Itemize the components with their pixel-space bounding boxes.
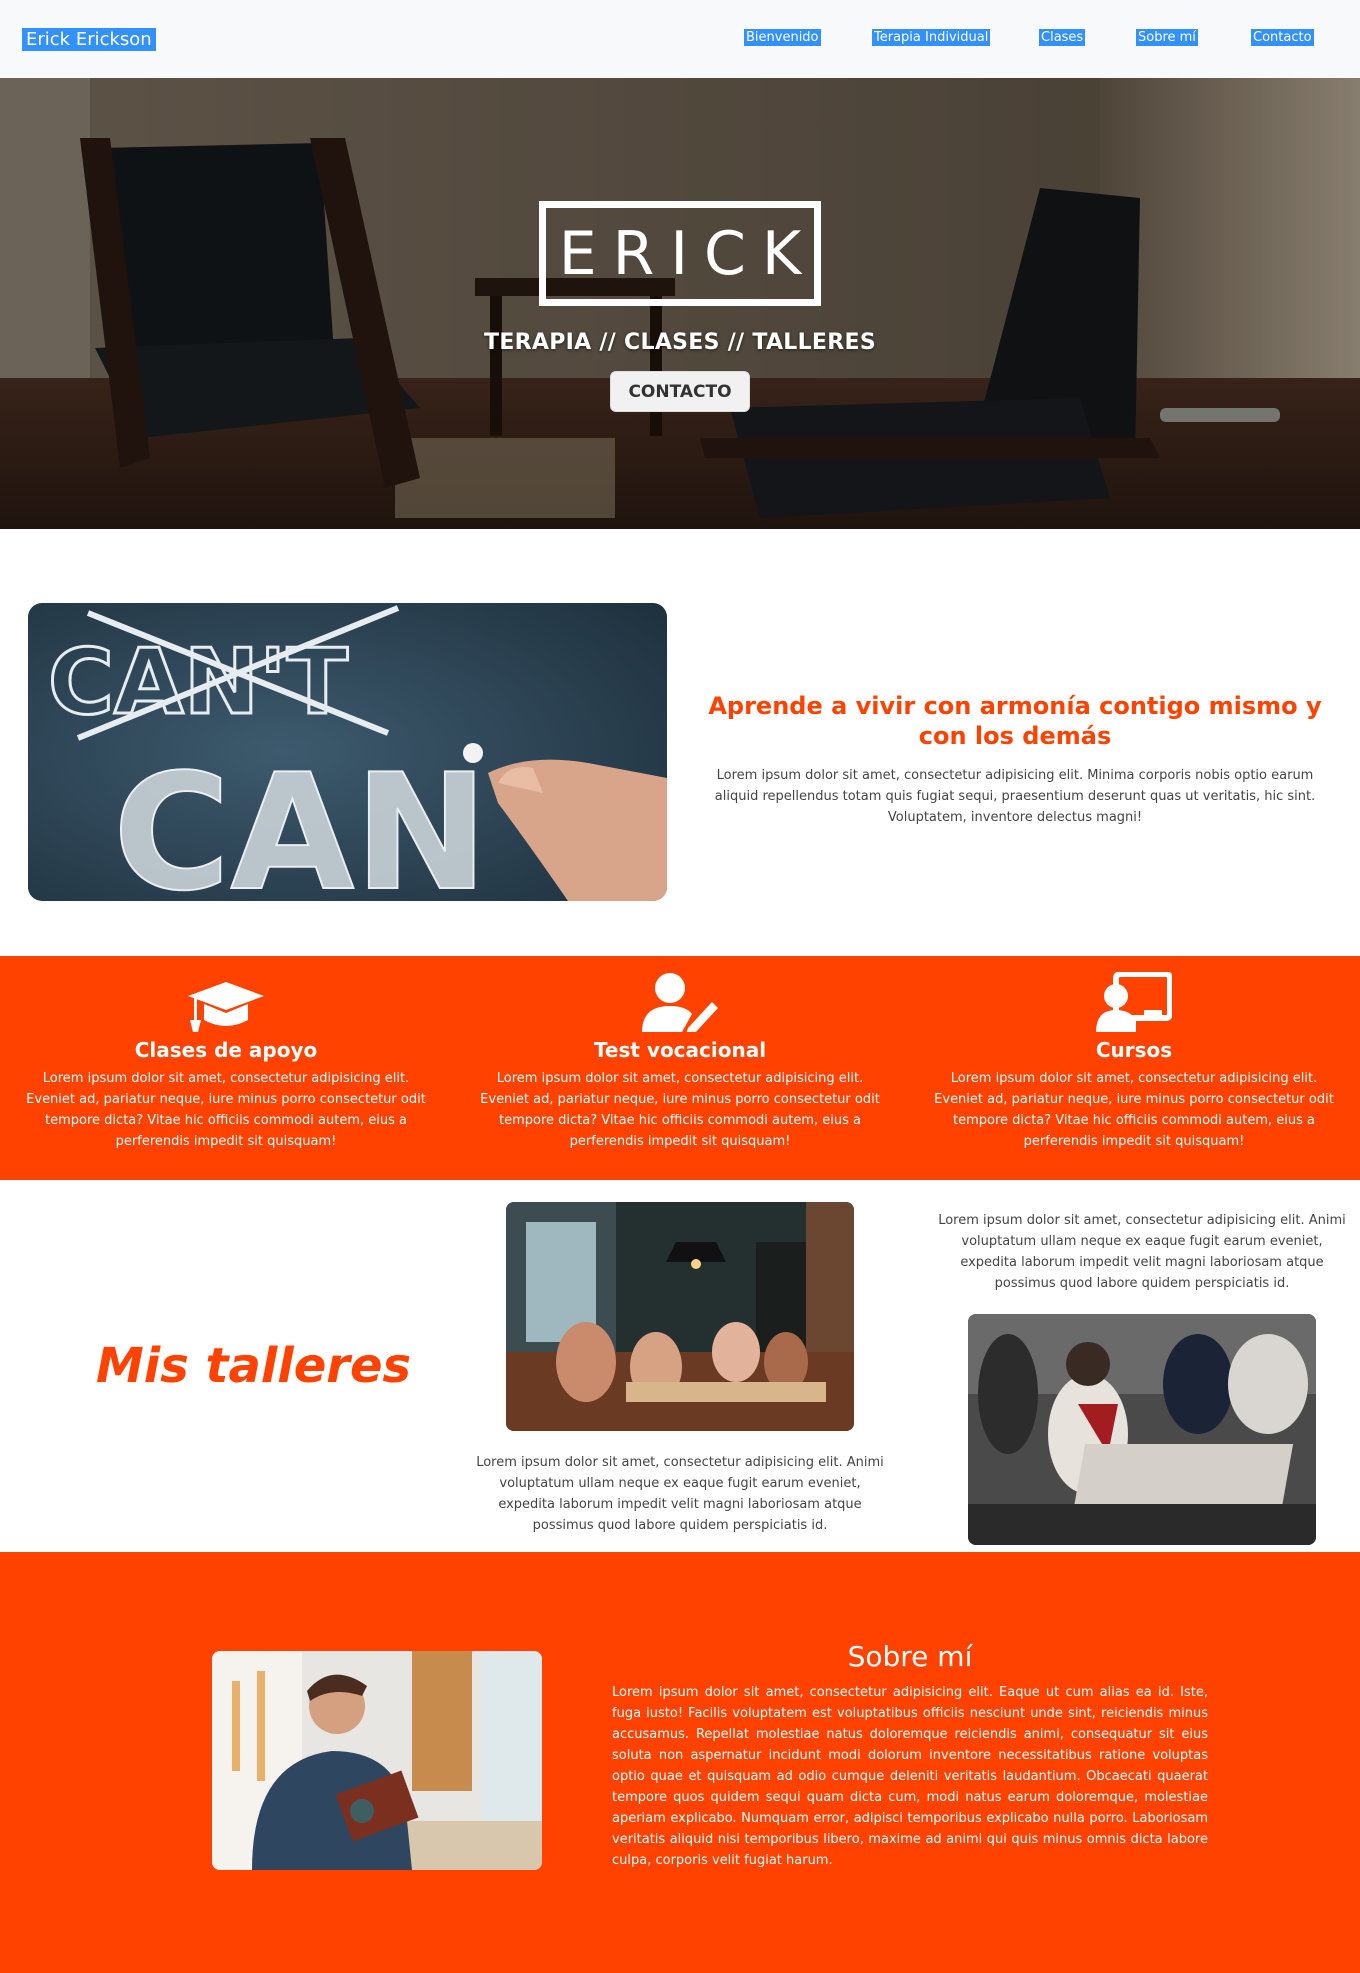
service-body: Lorem ipsum dolor sit amet, consectetur … xyxy=(480,1071,880,1149)
chalkboard-image: CAN'T CAN xyxy=(28,603,667,901)
nav-link-terapia-individual[interactable]: Terapia Individual xyxy=(872,29,991,46)
service-title: Cursos xyxy=(1095,1038,1173,1062)
chalk-word-can: CAN xyxy=(113,739,488,901)
nav-link-contacto[interactable]: Contacto xyxy=(1251,29,1314,46)
harmony-title: Aprende a vivir con armonía contigo mism… xyxy=(708,692,1322,750)
workshop-restaurant-photo xyxy=(506,1202,854,1431)
service-body: Lorem ipsum dolor sit amet, consectetur … xyxy=(934,1071,1334,1149)
contact-button[interactable]: CONTACTO xyxy=(610,371,750,412)
about-title: Sobre mí xyxy=(847,1640,973,1673)
service-title: Clases de apoyo xyxy=(134,1038,318,1062)
graduation-cap-icon xyxy=(6,956,446,1036)
harmony-section: CAN'T CAN Aprende a vivir con armonía co… xyxy=(0,529,1360,956)
user-pen-icon xyxy=(460,956,900,1036)
harmony-body: Lorem ipsum dolor sit amet, consectetur … xyxy=(714,768,1316,825)
nav-links: Bienvenido Terapia Individual Clases Sob… xyxy=(0,29,1360,51)
services-section: Clases de apoyo Lorem ipsum dolor sit am… xyxy=(0,956,1360,1180)
hero-logo: ERICK xyxy=(539,201,821,306)
workshops-section: Mis talleres Lorem ipsum dolor sit amet,… xyxy=(0,1180,1360,1552)
workshop-text-1: Lorem ipsum dolor sit amet, consectetur … xyxy=(476,1455,884,1533)
about-section: Sobre mí Lorem ipsum dolor sit amet, con… xyxy=(0,1552,1360,1973)
harmony-text: Aprende a vivir con armonía contigo mism… xyxy=(700,691,1330,828)
about-photo xyxy=(212,1651,542,1870)
hero-section: ERICK TERAPIA // CLASES // TALLERES CONT… xyxy=(0,78,1360,529)
hero-content: ERICK TERAPIA // CLASES // TALLERES CONT… xyxy=(0,78,1360,529)
service-body: Lorem ipsum dolor sit amet, consectetur … xyxy=(26,1071,426,1149)
workshops-title: Mis talleres xyxy=(96,1338,412,1394)
workshop-text-2: Lorem ipsum dolor sit amet, consectetur … xyxy=(938,1213,1346,1291)
service-clases-de-apoyo: Clases de apoyo Lorem ipsum dolor sit am… xyxy=(6,956,446,1152)
navbar: Erick Erickson Bienvenido Terapia Indivi… xyxy=(0,0,1360,78)
about-body: Lorem ipsum dolor sit amet, consectetur … xyxy=(612,1685,1208,1868)
service-cursos: Cursos Lorem ipsum dolor sit amet, conse… xyxy=(914,956,1354,1152)
nav-link-bienvenido[interactable]: Bienvenido xyxy=(744,29,821,46)
nav-link-sobre-mi[interactable]: Sobre mí xyxy=(1136,29,1198,46)
service-test-vocacional: Test vocacional Lorem ipsum dolor sit am… xyxy=(460,956,900,1152)
hero-logo-text: ERICK xyxy=(558,218,818,289)
service-title: Test vocacional xyxy=(593,1038,767,1062)
chalkboard-teacher-icon xyxy=(914,956,1354,1036)
hero-tagline: TERAPIA // CLASES // TALLERES xyxy=(484,330,876,355)
nav-link-clases[interactable]: Clases xyxy=(1039,29,1086,46)
workshop-group-photo xyxy=(968,1314,1316,1545)
